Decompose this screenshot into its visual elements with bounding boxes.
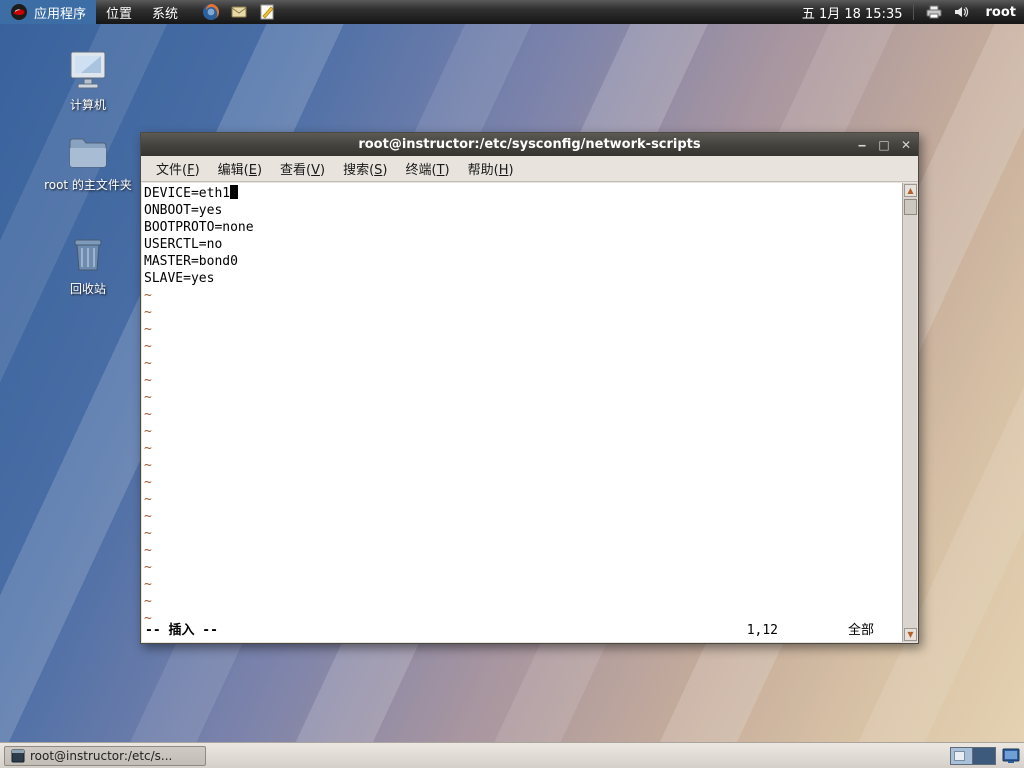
terminal-scrollbar[interactable]: ▲ ▼ bbox=[902, 183, 917, 642]
redhat-icon bbox=[10, 3, 28, 21]
volume-icon[interactable] bbox=[952, 3, 970, 21]
home-folder-icon bbox=[69, 138, 107, 168]
vim-tilde-line: ~ bbox=[144, 322, 152, 337]
system-menu[interactable]: 系统 bbox=[142, 0, 188, 24]
taskbar-window-button[interactable]: root@instructor:/etc/s... bbox=[4, 745, 206, 766]
vim-tilde-line: ~ bbox=[144, 594, 152, 609]
computer-icon bbox=[70, 51, 106, 89]
vim-lines: DEVICE=eth1 ONBOOT=yes BOOTPROTO=none USERC… bbox=[144, 185, 902, 627]
places-menu-label: 位置 bbox=[106, 6, 133, 22]
vim-line: ONBOOT=yes bbox=[144, 203, 223, 218]
desktop-icon-home[interactable]: root 的主文件夹 bbox=[33, 132, 143, 193]
desktop-icon-computer[interactable]: 计算机 bbox=[33, 50, 143, 113]
window-title: root@instructor:/etc/sysconfig/network-s… bbox=[358, 137, 701, 152]
menu-search[interactable]: 搜索(S) bbox=[334, 155, 396, 182]
vim-tilde-line: ~ bbox=[144, 458, 152, 473]
desktop-icon-trash[interactable]: 回收站 bbox=[33, 234, 143, 297]
desktop-icon-label: 回收站 bbox=[69, 282, 106, 296]
panel-launchers bbox=[202, 3, 276, 21]
vim-tilde-line: ~ bbox=[144, 560, 152, 575]
vim-cursor bbox=[230, 185, 239, 199]
vim-tilde-line: ~ bbox=[144, 543, 152, 558]
vim-line: BOOTPROTO=none bbox=[144, 220, 254, 235]
vim-mode-indicator: -- 插入 -- bbox=[145, 623, 218, 638]
terminal-menubar: 文件(F) 编辑(E) 查看(V) 搜索(S) 终端(T) 帮助(H) bbox=[141, 156, 918, 182]
panel-user-label[interactable]: root bbox=[980, 5, 1017, 20]
vim-tilde-line: ~ bbox=[144, 526, 152, 541]
vim-tilde-line: ~ bbox=[144, 356, 152, 371]
vim-line: USERCTL=no bbox=[144, 237, 223, 252]
trash-icon bbox=[74, 239, 102, 271]
gedit-icon[interactable] bbox=[258, 3, 276, 21]
menu-edit[interactable]: 编辑(E) bbox=[209, 155, 271, 182]
panel-separator bbox=[912, 4, 914, 20]
vim-tilde-line: ~ bbox=[144, 339, 152, 354]
workspace-2[interactable] bbox=[973, 747, 995, 764]
vim-tilde-line: ~ bbox=[144, 390, 152, 405]
applications-menu[interactable]: 应用程序 bbox=[0, 0, 97, 24]
vim-tilde-line: ~ bbox=[144, 373, 152, 388]
firefox-icon[interactable] bbox=[202, 3, 220, 21]
scroll-up-icon[interactable]: ▲ bbox=[904, 184, 917, 197]
vim-scroll-indicator: 全部 bbox=[847, 623, 874, 638]
workspace-switcher bbox=[950, 746, 996, 765]
minimize-button[interactable]: ‒ bbox=[854, 137, 870, 153]
vim-tilde-line: ~ bbox=[144, 305, 152, 320]
top-panel: 应用程序 位置 系统 五 1月 18 15:35 root bbox=[0, 0, 1024, 24]
vim-statusline: -- 插入 -- 1,12 全部 bbox=[145, 622, 898, 639]
window-titlebar[interactable]: root@instructor:/etc/sysconfig/network-s… bbox=[141, 133, 918, 156]
vim-tilde-line: ~ bbox=[144, 288, 152, 303]
vim-tilde-line: ~ bbox=[144, 475, 152, 490]
places-menu[interactable]: 位置 bbox=[96, 0, 142, 24]
close-button[interactable]: ✕ bbox=[898, 137, 914, 153]
applications-menu-label: 应用程序 bbox=[34, 6, 87, 22]
menu-terminal[interactable]: 终端(T) bbox=[397, 155, 459, 182]
terminal-icon bbox=[11, 749, 25, 762]
printer-icon[interactable] bbox=[924, 3, 942, 21]
vim-cursor-position: 1,12 bbox=[746, 623, 778, 638]
terminal-window: root@instructor:/etc/sysconfig/network-s… bbox=[140, 132, 919, 644]
window-controls: ‒ □ ✕ bbox=[854, 133, 914, 156]
panel-right: 五 1月 18 15:35 root bbox=[802, 3, 1024, 22]
system-menu-label: 系统 bbox=[152, 6, 179, 22]
menu-help[interactable]: 帮助(H) bbox=[459, 155, 523, 182]
scrollbar-thumb[interactable] bbox=[904, 199, 917, 215]
bottom-taskbar: root@instructor:/etc/s... bbox=[0, 742, 1024, 768]
vim-tilde-line: ~ bbox=[144, 509, 152, 524]
vim-tilde-line: ~ bbox=[144, 407, 152, 422]
workspace-1[interactable] bbox=[951, 747, 973, 764]
desktop-icon-label: 计算机 bbox=[69, 98, 106, 112]
display-applet-icon[interactable] bbox=[1002, 748, 1020, 764]
panel-clock[interactable]: 五 1月 18 15:35 bbox=[802, 3, 903, 22]
maximize-button[interactable]: □ bbox=[876, 137, 892, 153]
vim-line: DEVICE=eth1 bbox=[144, 185, 902, 202]
vim-tilde-line: ~ bbox=[144, 424, 152, 439]
vim-tilde-line: ~ bbox=[144, 577, 152, 592]
vim-tilde-line: ~ bbox=[144, 441, 152, 456]
vim-line: MASTER=bond0 bbox=[144, 254, 238, 269]
taskbar-window-label: root@instructor:/etc/s... bbox=[30, 748, 173, 763]
desktop-background[interactable]: 计算机 root 的主文件夹 回收站 root@instructor:/etc/… bbox=[0, 24, 1024, 742]
mail-icon[interactable] bbox=[230, 3, 248, 21]
menu-view[interactable]: 查看(V) bbox=[271, 155, 334, 182]
scroll-down-icon[interactable]: ▼ bbox=[904, 628, 917, 641]
vim-buffer[interactable]: DEVICE=eth1 ONBOOT=yes BOOTPROTO=none USERC… bbox=[142, 183, 902, 642]
vim-tilde-line: ~ bbox=[144, 492, 152, 507]
taskbar-right bbox=[950, 746, 1020, 765]
desktop-icon-label: root 的主文件夹 bbox=[44, 178, 132, 192]
vim-line: SLAVE=yes bbox=[144, 271, 215, 286]
menu-file[interactable]: 文件(F) bbox=[147, 155, 209, 182]
